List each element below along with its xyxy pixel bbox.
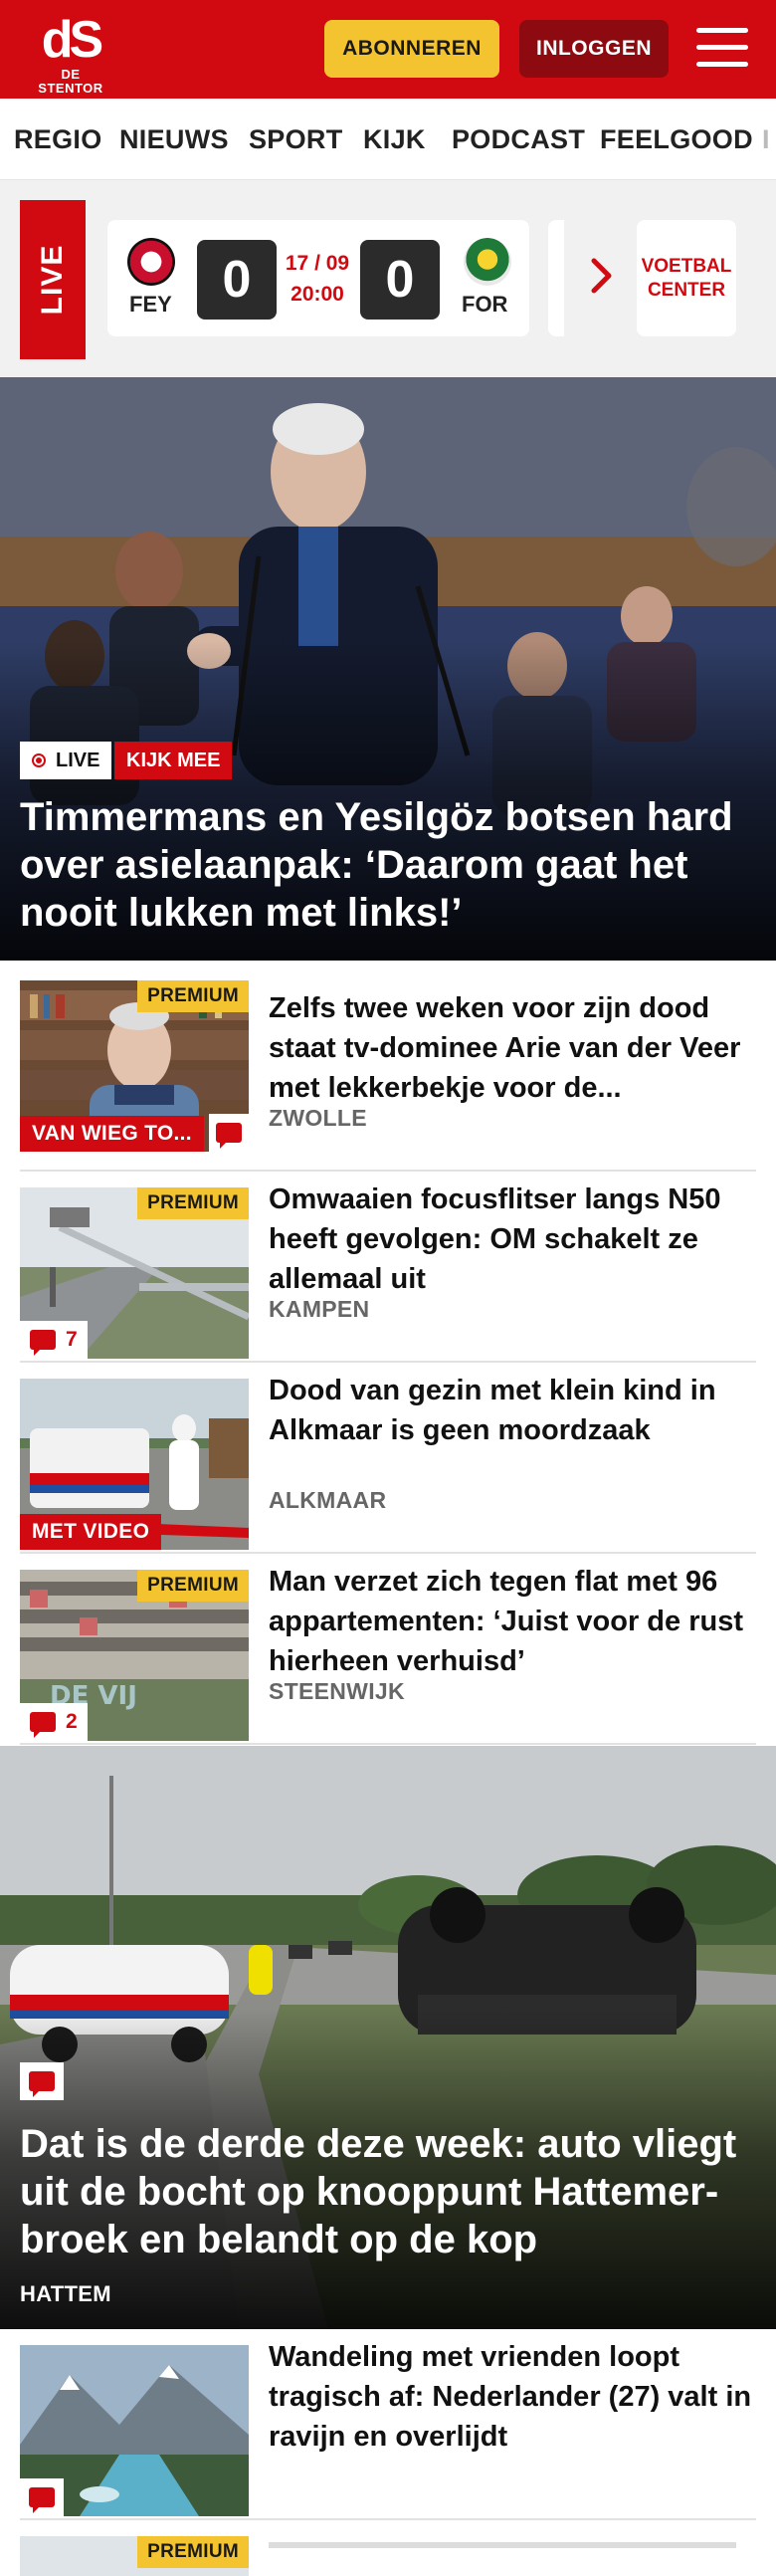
- brand-logo[interactable]: dS DE STENTOR: [28, 11, 113, 96]
- featured-title[interactable]: Dat is de derde deze week: auto vliegt u…: [20, 2120, 761, 2263]
- comment-indicator: [20, 2062, 64, 2100]
- menu-icon[interactable]: [696, 26, 748, 70]
- section-nav: REGIO NIEUWS SPORT KIJK PODCAST FEELGOOD…: [0, 99, 776, 180]
- article-title[interactable]: Omwaaien focusflitser langs N50 heeft ge…: [269, 1180, 756, 1299]
- match-time: 20:00: [291, 283, 344, 306]
- nav-item-more[interactable]: I: [762, 124, 770, 155]
- live-label: LIVE: [36, 244, 69, 316]
- series-tag: VAN WIEG TO...: [20, 1116, 204, 1152]
- match-date: 17 / 09: [285, 252, 350, 275]
- partial-text-line: [269, 2542, 736, 2548]
- nav-item-regio[interactable]: REGIO: [14, 124, 102, 155]
- article-title[interactable]: Man verzet zich tegen flat met 96 appart…: [269, 1562, 756, 1681]
- comment-count: 2: [20, 1703, 88, 1741]
- premium-badge: PREMIUM: [137, 2536, 249, 2568]
- fortuna-crest-icon: [464, 238, 511, 286]
- comment-icon: [30, 1330, 56, 1356]
- subscribe-button[interactable]: ABONNEREN: [324, 20, 499, 78]
- premium-badge: PREMIUM: [137, 980, 249, 1012]
- match-card[interactable]: FEY 0 17 / 09 20:00 0 FOR: [107, 220, 529, 336]
- nav-item-feelgood[interactable]: FEELGOOD: [600, 124, 753, 155]
- article-thumbnail: DE VIJ PREMIUM 2: [20, 1570, 249, 1741]
- live-badge-label: LIVE: [56, 749, 100, 771]
- comment-icon: [216, 1123, 242, 1149]
- article-thumbnail: PREMIUM 7: [20, 1187, 249, 1359]
- article-location: STEENWIJK: [269, 1678, 405, 1704]
- login-button[interactable]: INLOGGEN: [519, 20, 669, 78]
- article-title[interactable]: Wandeling met vrienden loopt tragisch af…: [269, 2337, 756, 2457]
- article-item[interactable]: DE VIJ PREMIUM 2 Man verzet zich tegen f…: [20, 1554, 756, 1745]
- away-team: FOR: [462, 292, 508, 317]
- match-kickoff: 17 / 09 20:00: [279, 248, 356, 310]
- logo-subtitle: DE STENTOR: [38, 67, 103, 96]
- away-score: 0: [360, 240, 440, 320]
- article-thumbnail: [20, 2345, 249, 2516]
- voetbal-center-link[interactable]: VOETBAL CENTER: [637, 220, 736, 336]
- top-header: dS DE STENTOR ABONNEREN INLOGGEN: [0, 0, 776, 99]
- comment-icon: [29, 2071, 55, 2097]
- article-item[interactable]: MET VIDEO Dood van gezin met klein kind …: [20, 1363, 756, 1554]
- article-thumbnail: MET VIDEO: [20, 1379, 249, 1550]
- premium-badge: PREMIUM: [137, 1570, 249, 1602]
- comment-count-value: 7: [66, 1328, 78, 1351]
- feyenoord-crest-icon: [127, 238, 175, 286]
- featured-location: HATTEM: [20, 2281, 111, 2306]
- nav-item-kijk[interactable]: KIJK: [363, 124, 426, 155]
- home-team: FEY: [129, 292, 172, 317]
- comment-icon: [29, 2487, 55, 2513]
- live-badge: LIVE: [20, 742, 112, 779]
- nav-item-sport[interactable]: SPORT: [249, 124, 343, 155]
- article-title[interactable]: Dood van gezin met klein kind in Alkmaar…: [269, 1371, 756, 1450]
- comment-count-value: 2: [66, 1710, 78, 1733]
- watch-badge[interactable]: KIJK MEE: [114, 742, 233, 779]
- article-item[interactable]: PREMIUM VAN WIEG TO... Zelfs twee weken …: [20, 980, 756, 1172]
- nav-item-podcast[interactable]: PODCAST: [452, 124, 585, 155]
- article-title-partial[interactable]: [269, 2536, 756, 2548]
- featured-article[interactable]: Dat is de derde deze week: auto vliegt u…: [0, 1746, 776, 2329]
- comment-count: 7: [20, 1321, 88, 1359]
- chevron-right-icon[interactable]: [591, 258, 613, 294]
- article-location: KAMPEN: [269, 1296, 370, 1322]
- article-location: ALKMAAR: [269, 1487, 387, 1513]
- hero-title[interactable]: Timmermans en Yesilgöz botsen hard over …: [20, 793, 756, 937]
- comment-indicator: [20, 2478, 64, 2516]
- video-tag: MET VIDEO: [20, 1514, 162, 1550]
- premium-badge: PREMIUM: [137, 1187, 249, 1219]
- article-title[interactable]: Zelfs twee weken voor zijn dood staat tv…: [269, 988, 756, 1108]
- article-item[interactable]: Wandeling met vrienden loopt tragisch af…: [20, 2329, 756, 2520]
- nav-item-nieuws[interactable]: NIEUWS: [119, 124, 229, 155]
- article-thumbnail: PREMIUM VAN WIEG TO...: [20, 980, 249, 1152]
- home-score: 0: [197, 240, 277, 320]
- comment-icon: [30, 1712, 56, 1738]
- logo-mark: dS: [41, 11, 103, 69]
- live-scores-bar: LIVE FEY 0 17 / 09 20:00 0 FOR VOETBAL C…: [0, 180, 776, 377]
- article-thumbnail-partial[interactable]: PREMIUM: [20, 2536, 249, 2576]
- next-match-card[interactable]: [548, 220, 564, 336]
- comment-indicator: [209, 1114, 249, 1152]
- live-dot-icon: [32, 753, 46, 767]
- article-location: ZWOLLE: [269, 1105, 367, 1131]
- hero-article[interactable]: LIVE KIJK MEE Timmermans en Yesilgöz bot…: [0, 377, 776, 961]
- live-tab[interactable]: LIVE: [20, 200, 86, 359]
- article-item[interactable]: PREMIUM 7 Omwaaien focusflitser langs N5…: [20, 1172, 756, 1363]
